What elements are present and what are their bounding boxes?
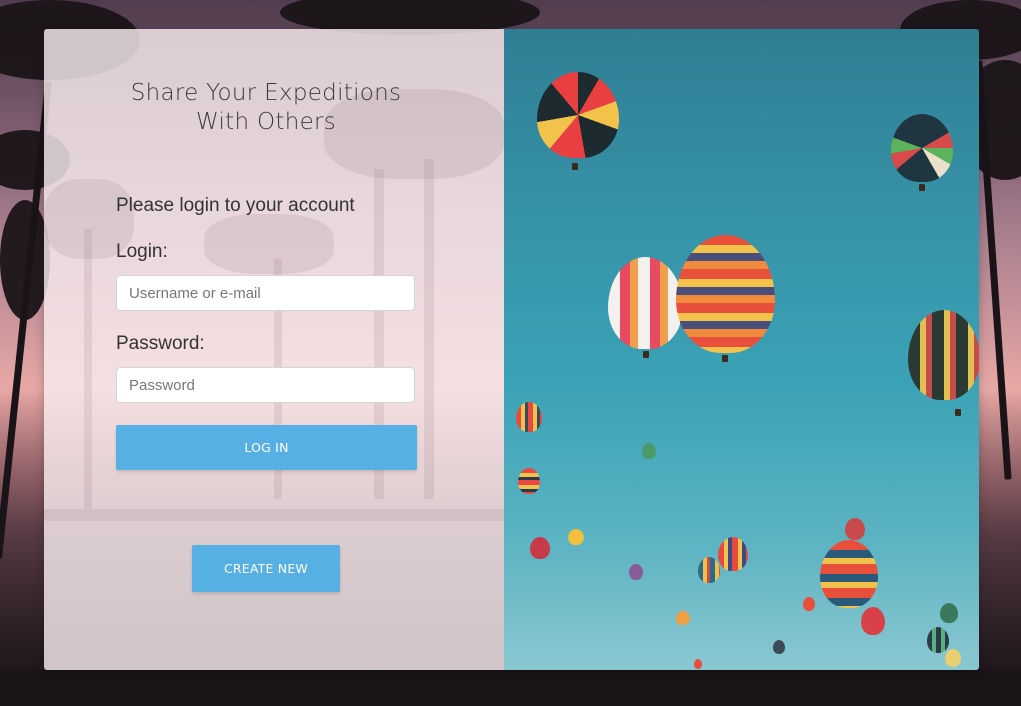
login-button[interactable]: LOG IN	[116, 425, 417, 470]
password-label: Password:	[116, 333, 205, 354]
username-input[interactable]	[116, 275, 415, 311]
login-prompt: Please login to your account	[116, 195, 355, 216]
password-input[interactable]	[116, 367, 415, 403]
login-card: Share Your Expeditions With Others Pleas…	[44, 29, 979, 670]
page-title-line-2: With Others	[195, 109, 337, 135]
page-title: Share Your Expeditions With Others	[44, 79, 488, 137]
create-new-button[interactable]: CREATE NEW	[192, 545, 340, 592]
hot-air-balloons-photo	[504, 29, 979, 670]
login-panel: Share Your Expeditions With Others Pleas…	[44, 29, 504, 670]
login-label: Login:	[116, 241, 168, 262]
page-title-line-1: Share Your Expeditions	[130, 80, 402, 106]
